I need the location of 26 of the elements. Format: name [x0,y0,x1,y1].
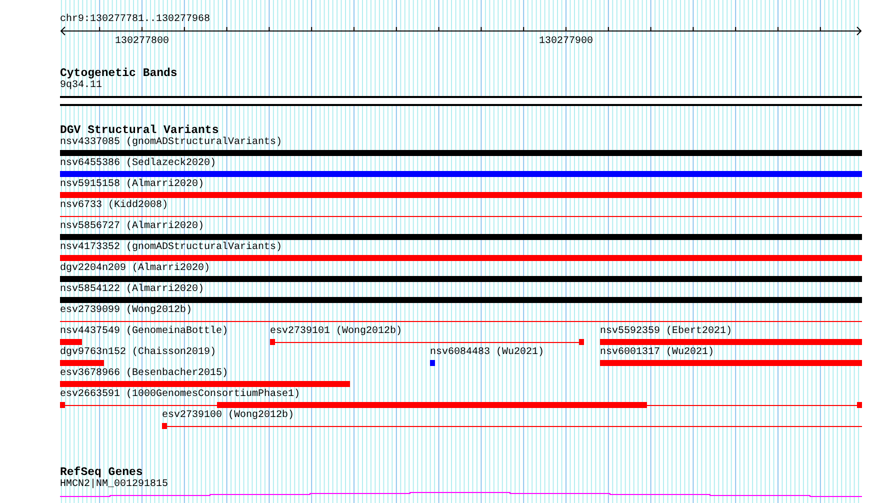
variant-label: nsv6733 (Kidd2008) [60,200,168,212]
variant-label: nsv5915158 (Almarri2020) [60,179,204,191]
track-title: Cytogenetic Bands [60,68,178,80]
variant-label: nsv4173352 (gnomADStructuralVariants) [60,242,282,254]
variant-label: nsv6455386 (Sedlazeck2020) [60,158,216,170]
track-title: RefSeq Genes [60,467,143,479]
tick-label: 130277900 [539,36,594,48]
band-label: 9q34.11 [60,80,102,92]
variant-label: esv2739101 (Wong2012b) [270,326,402,338]
track-title: DGV Structural Variants [60,125,219,137]
variant-label: nsv5854122 (Almarri2020) [60,284,204,296]
variant-label: nsv5592359 (Ebert2021) [600,326,732,338]
variant-label: nsv5856727 (Almarri2020) [60,221,204,233]
variant-label: nsv4337085 (gnomADStructuralVariants) [60,137,282,149]
location-label: chr9:130277781..130277968 [60,14,210,25]
variant-label: nsv4437549 (GenomeinaBottle) [60,326,228,338]
variant-label: esv2663591 (1000GenomesConsortiumPhase1) [60,389,300,401]
variant-label: esv3678966 (Besenbacher2015) [60,368,228,380]
variant-label: esv2739100 (Wong2012b) [162,410,294,422]
variant-label: nsv6001317 (Wu2021) [600,347,714,359]
gene-label: HMCN2|NM_001291815 [60,479,168,491]
variant-label: esv2739099 (Wong2012b) [60,305,192,317]
tick-label: 130277800 [115,36,170,48]
variant-label: nsv6084483 (Wu2021) [430,347,544,359]
variant-label: dgv2204n209 (Almarri2020) [60,263,210,275]
variant-label: dgv9763n152 (Chaisson2019) [60,347,216,359]
